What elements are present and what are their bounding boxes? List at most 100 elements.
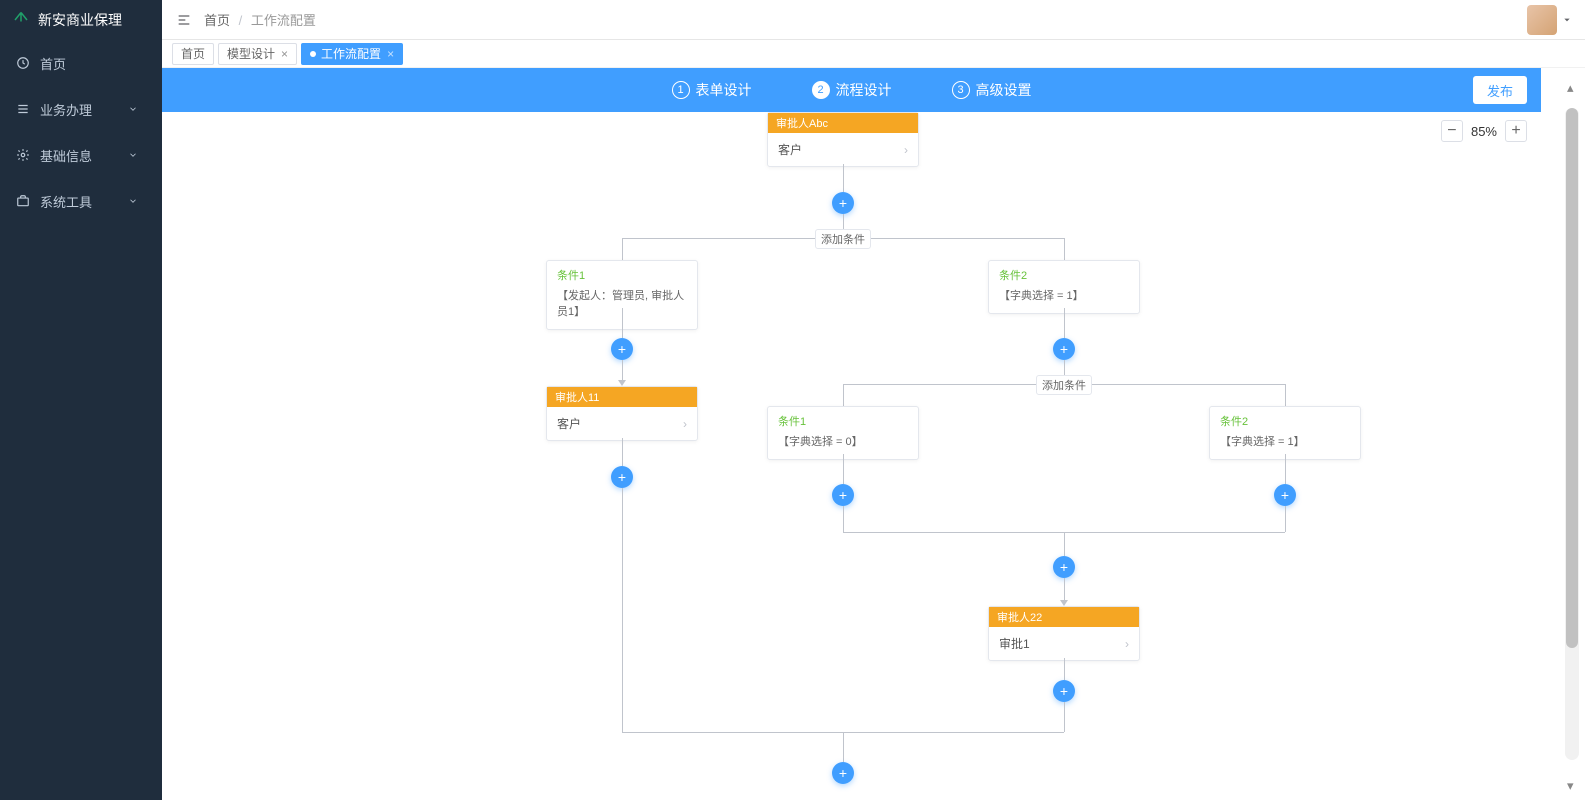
sidebar-item-business[interactable]: 业务办理 xyxy=(0,86,162,132)
connector xyxy=(843,454,844,484)
add-node-button[interactable]: + xyxy=(832,192,854,214)
sidebar-item-label: 首页 xyxy=(40,54,66,73)
tab-label: 首页 xyxy=(181,45,205,62)
condition-expr: 【字典选择 = 0】 xyxy=(778,433,908,449)
scroll-down-icon[interactable]: ▾ xyxy=(1567,778,1577,788)
flow-node-approver[interactable]: 审批人11 客户 › xyxy=(546,386,698,441)
app-title: 新安商业保理 xyxy=(38,10,122,30)
caret-down-icon xyxy=(1563,16,1571,24)
list-icon xyxy=(16,102,30,116)
avatar-icon xyxy=(1527,5,1557,35)
step-number: 3 xyxy=(952,81,970,99)
publish-button[interactable]: 发布 xyxy=(1473,76,1527,104)
add-condition-pill[interactable]: 添加条件 xyxy=(1036,375,1092,395)
node-body: 客户 xyxy=(778,141,802,158)
zoom-in-button[interactable]: + xyxy=(1505,120,1527,142)
connector xyxy=(1064,238,1065,260)
chevron-right-icon: › xyxy=(1125,637,1129,651)
close-icon[interactable]: × xyxy=(387,47,394,61)
leaf-icon xyxy=(12,11,30,29)
dashboard-icon xyxy=(16,56,30,70)
add-node-button[interactable]: + xyxy=(1053,680,1075,702)
header: 首页 / 工作流配置 xyxy=(162,0,1585,40)
scrollbar-thumb[interactable] xyxy=(1566,108,1578,648)
add-node-button[interactable]: + xyxy=(1053,556,1075,578)
sidebar-item-label: 基础信息 xyxy=(40,146,92,165)
condition-name: 条件2 xyxy=(999,267,1129,283)
sidebar-item-baseinfo[interactable]: 基础信息 xyxy=(0,132,162,178)
connector xyxy=(1285,506,1286,532)
condition-name: 条件1 xyxy=(778,413,908,429)
sidebar-item-label: 系统工具 xyxy=(40,192,92,211)
connector xyxy=(622,360,623,380)
breadcrumb-root[interactable]: 首页 xyxy=(204,13,230,28)
connector xyxy=(622,238,623,260)
add-condition-pill[interactable]: 添加条件 xyxy=(815,229,871,249)
connector xyxy=(1064,658,1065,680)
sidebar-item-tools[interactable]: 系统工具 xyxy=(0,178,162,224)
zoom-out-button[interactable]: − xyxy=(1441,120,1463,142)
tab-home[interactable]: 首页 xyxy=(172,43,214,65)
tab-model-design[interactable]: 模型设计 × xyxy=(218,43,297,65)
condition-expr: 【字典选择 = 1】 xyxy=(1220,433,1350,449)
right-gutter: ▴ ▾ xyxy=(1541,68,1585,800)
step-bar: 1 表单设计 2 流程设计 3 高级设置 发布 xyxy=(162,68,1541,112)
collapse-icon[interactable] xyxy=(176,12,192,28)
tab-workflow-config[interactable]: 工作流配置 × xyxy=(301,43,403,65)
scroll-up-icon[interactable]: ▴ xyxy=(1567,80,1577,90)
gear-icon xyxy=(16,148,30,162)
node-title: 审批人22 xyxy=(989,607,1139,627)
chevron-down-icon xyxy=(128,104,138,114)
connector xyxy=(1064,308,1065,338)
zoom-value: 85% xyxy=(1471,124,1497,139)
add-node-button[interactable]: + xyxy=(1274,484,1296,506)
chevron-right-icon: › xyxy=(904,143,908,157)
node-body: 审批1 xyxy=(999,635,1030,652)
node-title: 审批人11 xyxy=(547,387,697,407)
flow-canvas[interactable]: 审批人Abc 客户 › + 添加条件 条件1 【发起人：管理员, 审批人员1】 … xyxy=(162,112,1541,800)
add-node-button[interactable]: + xyxy=(1053,338,1075,360)
connector xyxy=(622,438,623,466)
sidebar-item-home[interactable]: 首页 xyxy=(0,40,162,86)
step-form-design[interactable]: 1 表单设计 xyxy=(672,80,752,100)
chevron-down-icon xyxy=(128,196,138,206)
connector xyxy=(843,732,844,762)
step-number: 2 xyxy=(812,81,830,99)
step-number: 1 xyxy=(672,81,690,99)
flow-condition-node[interactable]: 条件1 【字典选择 = 0】 xyxy=(767,406,919,460)
condition-expr: 【字典选择 = 1】 xyxy=(999,287,1129,303)
flow-node-start[interactable]: 审批人Abc 客户 › xyxy=(767,112,919,167)
tab-label: 模型设计 xyxy=(227,45,275,62)
connector xyxy=(843,164,844,192)
tabs-bar: 首页 模型设计 × 工作流配置 × xyxy=(162,40,1585,68)
close-icon[interactable]: × xyxy=(281,47,288,61)
zoom-controls: − 85% + xyxy=(1441,120,1527,142)
step-advanced[interactable]: 3 高级设置 xyxy=(952,80,1032,100)
connector xyxy=(843,384,844,406)
node-body: 客户 xyxy=(557,415,581,432)
flow-condition-node[interactable]: 条件2 【字典选择 = 1】 xyxy=(1209,406,1361,460)
breadcrumb-sep: / xyxy=(239,13,243,28)
step-flow-design[interactable]: 2 流程设计 xyxy=(812,80,892,100)
toolbox-icon xyxy=(16,194,30,208)
user-menu[interactable] xyxy=(1527,5,1571,35)
breadcrumb: 首页 / 工作流配置 xyxy=(204,10,316,29)
add-node-button[interactable]: + xyxy=(832,484,854,506)
chevron-down-icon xyxy=(128,150,138,160)
logo: 新安商业保理 xyxy=(0,0,162,40)
connector xyxy=(622,488,623,732)
flow-condition-node[interactable]: 条件2 【字典选择 = 1】 xyxy=(988,260,1140,314)
add-node-button[interactable]: + xyxy=(832,762,854,784)
scrollbar-track[interactable] xyxy=(1565,108,1579,760)
add-node-button[interactable]: + xyxy=(611,466,633,488)
chevron-right-icon: › xyxy=(683,417,687,431)
condition-name: 条件1 xyxy=(557,267,687,283)
add-node-button[interactable]: + xyxy=(611,338,633,360)
connector xyxy=(1285,384,1286,406)
tab-label: 工作流配置 xyxy=(321,45,381,62)
connector xyxy=(1064,578,1065,600)
connector xyxy=(843,506,844,532)
flow-node-approver[interactable]: 审批人22 审批1 › xyxy=(988,606,1140,661)
breadcrumb-current: 工作流配置 xyxy=(251,13,316,28)
connector xyxy=(622,308,623,338)
